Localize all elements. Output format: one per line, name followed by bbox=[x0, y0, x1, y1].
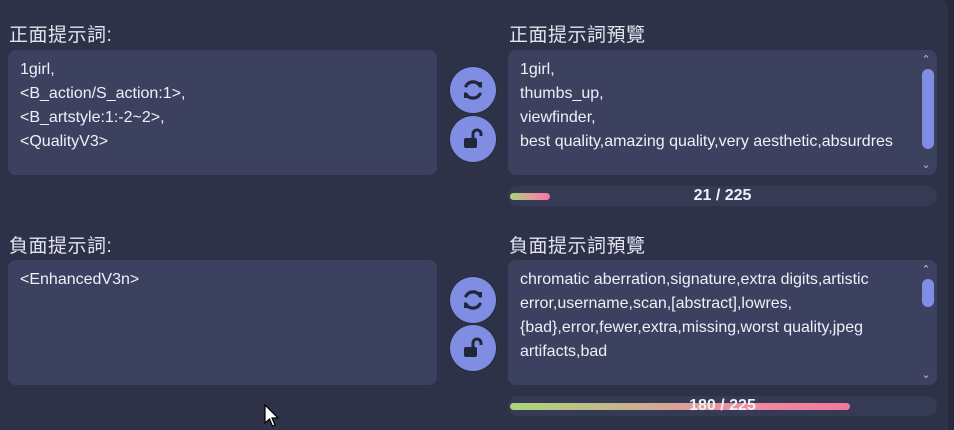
refresh-icon bbox=[464, 80, 482, 100]
negative-preview-scrollbar[interactable]: ⌃ ⌄ bbox=[919, 264, 934, 381]
refresh-positive-button[interactable] bbox=[450, 67, 496, 113]
refresh-icon bbox=[464, 290, 482, 310]
negative-preview-box: chromatic aberration,signature,extra dig… bbox=[508, 260, 937, 385]
negative-preview-text: chromatic aberration,signature,extra dig… bbox=[520, 271, 874, 360]
scroll-thumb[interactable] bbox=[922, 69, 934, 149]
positive-preview-box: 1girl, thumbs_up, viewfinder, best quali… bbox=[508, 50, 937, 175]
negative-prompt-title: 負面提示詞: bbox=[9, 236, 113, 257]
positive-preview-title: 正面提示詞預覽 bbox=[509, 25, 646, 46]
positive-preview-scrollbar[interactable]: ⌃ ⌄ bbox=[919, 54, 934, 171]
positive-prompt-input[interactable]: 1girl, <B_action/S_action:1>, <B_artstyl… bbox=[8, 50, 437, 175]
positive-token-count: 21 / 225 bbox=[693, 187, 752, 204]
unlock-negative-button[interactable] bbox=[450, 325, 496, 371]
positive-preview-text: 1girl, thumbs_up, viewfinder, best quali… bbox=[520, 61, 893, 150]
negative-preview-title: 負面提示詞預覽 bbox=[509, 236, 646, 257]
unlock-icon bbox=[464, 337, 483, 357]
unlock-icon bbox=[464, 128, 483, 148]
positive-prompt-text: 1girl, <B_action/S_action:1>, <B_artstyl… bbox=[20, 61, 186, 150]
chevron-down-icon[interactable]: ⌄ bbox=[919, 369, 933, 381]
prompt-panel: 正面提示詞: 1girl, <B_action/S_action:1>, <B_… bbox=[0, 0, 948, 430]
positive-prompt-title: 正面提示詞: bbox=[9, 25, 113, 46]
unlock-positive-button[interactable] bbox=[450, 116, 496, 162]
negative-prompt-input[interactable]: <EnhancedV3n> bbox=[8, 260, 437, 385]
chevron-up-icon[interactable]: ⌃ bbox=[919, 264, 933, 276]
negative-token-progress: 180 / 225 bbox=[508, 396, 937, 416]
positive-token-progress: 21 / 225 bbox=[508, 186, 937, 206]
negative-token-count: 180 / 225 bbox=[689, 397, 756, 414]
chevron-up-icon[interactable]: ⌃ bbox=[919, 54, 933, 66]
negative-prompt-text: <EnhancedV3n> bbox=[20, 271, 140, 288]
scroll-thumb[interactable] bbox=[922, 279, 934, 307]
mouse-cursor-icon bbox=[264, 404, 280, 427]
chevron-down-icon[interactable]: ⌄ bbox=[919, 159, 933, 171]
refresh-negative-button[interactable] bbox=[450, 277, 496, 323]
